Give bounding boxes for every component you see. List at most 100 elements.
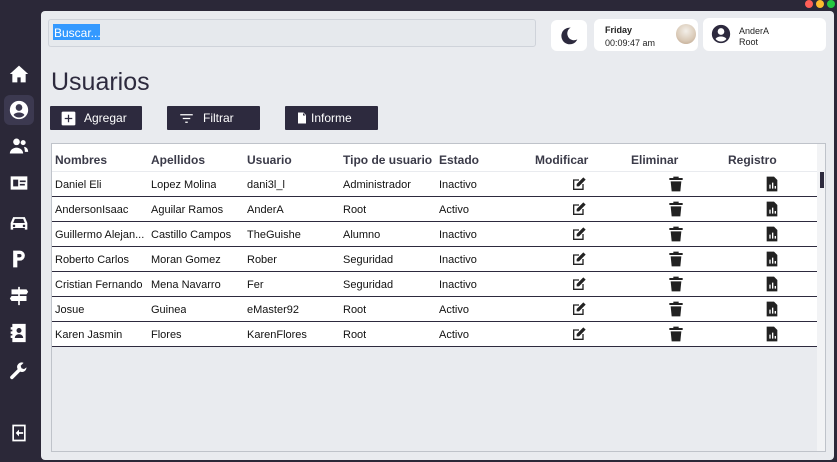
column-header[interactable]: Nombres	[55, 153, 107, 167]
delete-button[interactable]	[668, 226, 684, 242]
edit-button[interactable]	[571, 251, 587, 267]
filter-icon	[180, 113, 193, 123]
maximize-window-dot[interactable]	[827, 0, 835, 8]
edit-button[interactable]	[571, 176, 587, 192]
edit-button[interactable]	[571, 201, 587, 217]
edit-icon	[573, 277, 586, 290]
filter-button[interactable]: Filtrar	[167, 106, 260, 130]
trash-icon	[669, 201, 683, 217]
sidebar-item-parking[interactable]	[4, 244, 34, 274]
column-header[interactable]: Estado	[439, 153, 479, 167]
table-row[interactable]: Karen Jasmin Flores KarenFlores Root Activo	[52, 322, 818, 347]
column-header[interactable]: Apellidos	[151, 153, 205, 167]
vertical-scrollbar[interactable]	[817, 144, 825, 451]
cell-tipo: Root	[343, 304, 367, 316]
trash-icon	[669, 301, 683, 317]
sidebar-item-contacts[interactable]	[4, 318, 34, 348]
sidebar-item-users[interactable]	[4, 95, 34, 125]
view-log-button[interactable]	[764, 251, 780, 267]
document-icon	[298, 112, 306, 124]
edit-icon	[573, 177, 586, 190]
cell-estado: Inactivo	[439, 229, 477, 241]
cell-apellidos: Guinea	[151, 304, 187, 316]
table-header: Nombres Apellidos Usuario Tipo de usuari…	[52, 144, 818, 171]
theme-toggle-button[interactable]	[551, 20, 587, 51]
sidebar-item-settings[interactable]	[4, 357, 34, 387]
column-header[interactable]: Modificar	[535, 153, 588, 167]
user-name: AnderA	[739, 26, 770, 36]
edit-icon	[573, 327, 586, 340]
parking-icon	[13, 250, 25, 268]
cell-apellidos: Moran Gomez	[151, 254, 221, 266]
view-log-button[interactable]	[764, 201, 780, 217]
table-row[interactable]: AndersonIsaac Aguilar Ramos AnderA Root Acti…	[52, 197, 818, 222]
close-window-dot[interactable]	[805, 0, 813, 8]
minimize-window-dot[interactable]	[816, 0, 824, 8]
table-row[interactable]: Cristian Fernando Mena Navarro Fer Segurida…	[52, 272, 818, 297]
contact-book-icon	[10, 323, 26, 343]
column-header[interactable]: Registro	[728, 153, 777, 167]
table-row[interactable]: Daniel Eli Lopez Molina dani3l_l Administra…	[52, 172, 818, 197]
table-row[interactable]: Guillermo Alejan... Castillo Campos TheGui…	[52, 222, 818, 247]
add-button[interactable]: Agregar	[50, 106, 142, 130]
plus-icon	[61, 111, 76, 125]
cell-nombres: Cristian Fernando	[55, 279, 143, 291]
column-header[interactable]: Tipo de usuario	[343, 153, 432, 167]
daylight-icon	[676, 24, 696, 44]
cell-nombres: Guillermo Alejan...	[55, 229, 145, 241]
cell-apellidos: Lopez Molina	[151, 179, 217, 191]
view-log-button[interactable]	[764, 301, 780, 317]
cell-tipo: Root	[343, 204, 367, 216]
avatar	[711, 24, 731, 44]
cell-usuario: KarenFlores	[247, 329, 307, 341]
add-button-label: Agregar	[84, 111, 127, 125]
delete-button[interactable]	[668, 251, 684, 267]
delete-button[interactable]	[668, 276, 684, 292]
sidebar-item-vehicles[interactable]	[4, 208, 34, 238]
cell-nombres: Roberto Carlos	[55, 254, 129, 266]
clock-time: 00:09:47 am	[605, 38, 656, 48]
page-title: Usuarios	[51, 68, 150, 96]
trash-icon	[669, 226, 683, 242]
delete-button[interactable]	[668, 326, 684, 342]
edit-button[interactable]	[571, 276, 587, 292]
cell-usuario: Fer	[247, 279, 264, 291]
column-header[interactable]: Usuario	[247, 153, 292, 167]
cell-estado: Activo	[439, 204, 469, 216]
trash-icon	[669, 251, 683, 267]
report-icon	[766, 226, 778, 242]
report-icon	[766, 201, 778, 217]
table-row[interactable]: Roberto Carlos Moran Gomez Rober Seguridad I…	[52, 247, 818, 272]
report-button[interactable]: Informe	[285, 106, 378, 130]
cell-tipo: Root	[343, 329, 367, 341]
sidebar-item-logout[interactable]	[4, 418, 34, 448]
sidebar-item-home[interactable]	[4, 59, 34, 89]
cell-usuario: Rober	[247, 254, 277, 266]
report-icon	[766, 276, 778, 292]
filter-button-label: Filtrar	[203, 111, 234, 125]
view-log-button[interactable]	[764, 276, 780, 292]
cell-tipo: Alumno	[343, 229, 381, 241]
users-table: Nombres Apellidos Usuario Tipo de usuari…	[51, 143, 826, 452]
edit-button[interactable]	[571, 326, 587, 342]
scrollbar-thumb[interactable]	[820, 172, 824, 188]
logout-icon	[12, 424, 26, 442]
search-input[interactable]	[48, 19, 536, 47]
table-row[interactable]: Josue Guinea eMaster92 Root Activo	[52, 297, 818, 322]
view-log-button[interactable]	[764, 226, 780, 242]
user-profile[interactable]: AnderA Root	[703, 18, 826, 51]
sidebar-item-routes[interactable]	[4, 281, 34, 311]
view-log-button[interactable]	[764, 176, 780, 192]
delete-button[interactable]	[668, 201, 684, 217]
cell-usuario: AnderA	[247, 204, 284, 216]
edit-button[interactable]	[571, 301, 587, 317]
sidebar-item-groups[interactable]	[4, 131, 34, 161]
edit-button[interactable]	[571, 226, 587, 242]
window-controls	[805, 0, 835, 8]
cell-estado: Activo	[439, 329, 469, 341]
delete-button[interactable]	[668, 301, 684, 317]
sidebar-item-id-cards[interactable]	[4, 168, 34, 198]
delete-button[interactable]	[668, 176, 684, 192]
view-log-button[interactable]	[764, 326, 780, 342]
column-header[interactable]: Eliminar	[631, 153, 678, 167]
